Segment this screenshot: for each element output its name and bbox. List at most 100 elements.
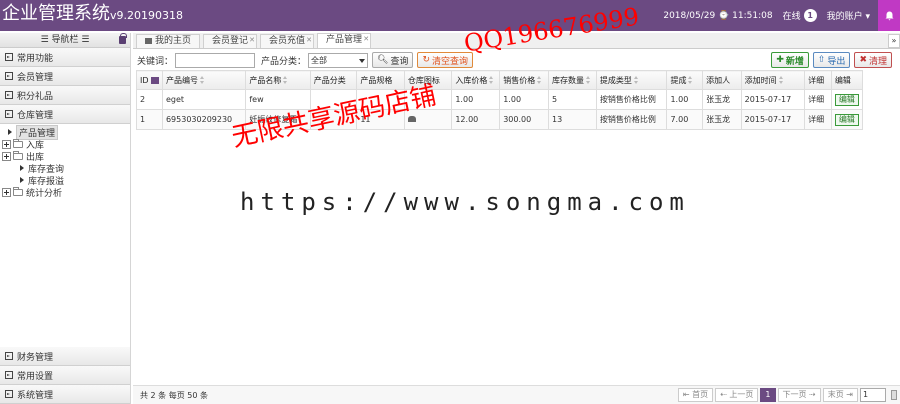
add-button[interactable]: ✚ 新增	[771, 52, 809, 68]
tree-item-stats[interactable]: 统计分析	[2, 186, 130, 199]
sidebar-section-finance[interactable]: 财务管理	[0, 347, 130, 366]
last-page-button[interactable]: 末页 ⇥	[822, 388, 858, 402]
sidebar-section-settings[interactable]: 常用设置	[0, 366, 130, 385]
export-button[interactable]: ⇧ 导出	[812, 52, 851, 68]
cell-code: 6953030209230	[161, 109, 247, 130]
edit-button[interactable]: 编辑	[834, 113, 859, 126]
edit-button[interactable]: 编辑	[834, 93, 859, 106]
first-page-button[interactable]: ⇤ 首页	[677, 388, 714, 402]
tree-item-stock-loss[interactable]: 库存报溢	[2, 174, 130, 187]
app-header: 企业管理系统v9.20190318 2018/05/29 ⌚ 11:51:08 …	[0, 0, 900, 31]
cell-creator: 张玉龙	[702, 89, 742, 110]
column-label: 产品规格	[360, 75, 393, 85]
cell-qty: 5	[548, 89, 597, 110]
cell-category	[309, 89, 358, 110]
column-header-in-price[interactable]: 入库价格	[451, 70, 501, 90]
header-datetime: 2018/05/29 ⌚ 11:51:08	[663, 10, 773, 21]
column-header-creator[interactable]: 添加人	[702, 70, 742, 90]
close-icon: ✖	[859, 55, 867, 65]
prev-page-button[interactable]: ⇠ 上一页	[715, 388, 759, 402]
column-label: 详细	[808, 75, 825, 85]
tab-member-recharge[interactable]: 会员充值 ✕	[260, 34, 315, 48]
purge-button[interactable]: ✖ 清理	[854, 52, 892, 68]
sort-icon	[283, 76, 288, 84]
notification-button[interactable]	[878, 0, 900, 31]
tree-item-stock-query[interactable]: 库存查询	[2, 162, 130, 175]
account-menu[interactable]: 我的账户 ▾	[827, 9, 870, 22]
column-header-qty[interactable]: 库存数量	[548, 70, 597, 90]
expand-icon	[5, 371, 13, 379]
tab-product-management[interactable]: 产品管理 ✕	[317, 33, 372, 48]
app-version: v9.20190318	[110, 9, 183, 22]
product-image-icon[interactable]	[407, 116, 416, 122]
tab-bar: 我的主页 会员登记 ✕ 会员充值 ✕ 产品管理 ✕ »	[133, 33, 900, 49]
column-label: 库存数量	[552, 75, 585, 85]
sidebar-section-label: 会员管理	[17, 72, 54, 83]
cell-in-price: 12.00	[451, 109, 501, 130]
column-header-comm-type[interactable]: 提成类型	[595, 70, 668, 90]
sidebar-section-label: 常用设置	[17, 371, 54, 382]
column-header-date[interactable]: 添加时间	[740, 70, 806, 90]
category-select[interactable]: 全部	[308, 52, 369, 68]
online-indicator[interactable]: 在线 1	[783, 9, 817, 22]
keyword-input[interactable]	[175, 52, 256, 68]
column-label: 编辑	[834, 75, 851, 85]
sidebar-section-warehouse[interactable]: 仓库管理	[0, 105, 130, 124]
expand-icon	[5, 390, 13, 398]
tab-home[interactable]: 我的主页	[136, 34, 201, 48]
search-button[interactable]: 🔍︎ 查询	[372, 52, 414, 68]
prev-page-label: 上一页	[729, 390, 754, 399]
plus-icon[interactable]	[2, 187, 11, 197]
online-count-badge: 1	[803, 9, 817, 22]
tab-scroll-button[interactable]: »	[888, 34, 900, 48]
table-row[interactable]: 2 eget few 1.00 1.00 5 按销售价格比例 1.00 张玉龙 …	[136, 89, 864, 110]
column-header-comm[interactable]: 提成	[666, 70, 704, 90]
cell-icon	[403, 109, 453, 130]
category-select-value: 全部	[311, 55, 328, 65]
purge-button-label: 清理	[868, 56, 887, 67]
column-label: 仓库图标	[407, 75, 440, 85]
column-header-code[interactable]: 产品编号	[161, 70, 247, 90]
sidebar-section-members[interactable]: 会员管理	[0, 67, 130, 86]
cell-creator: 张玉龙	[702, 109, 742, 130]
tree-item-inbound[interactable]: 入库	[2, 138, 130, 151]
cell-date: 2015-07-17	[740, 89, 806, 110]
column-header-spec[interactable]: 产品规格	[356, 70, 405, 90]
column-header-id[interactable]: ID	[136, 70, 163, 90]
sort-icon	[537, 76, 542, 84]
tab-label: 会员登记	[212, 36, 249, 46]
plus-icon[interactable]	[2, 151, 11, 161]
resize-handle[interactable]	[891, 390, 897, 400]
page-number-input[interactable]: 1	[860, 388, 886, 402]
column-header-category[interactable]: 产品分类	[309, 70, 358, 90]
sidebar-section-common[interactable]: 常用功能	[0, 48, 130, 67]
close-icon[interactable]: ✕	[306, 34, 312, 47]
column-label: 提成	[670, 75, 687, 85]
tree-item-outbound[interactable]: 出库	[2, 150, 130, 163]
column-label: ID	[140, 75, 149, 85]
detail-link[interactable]: 详细	[808, 115, 824, 124]
tree-item-product[interactable]: 产品管理	[2, 124, 130, 140]
column-header-icon[interactable]: 仓库图标	[403, 70, 453, 90]
lock-icon[interactable]	[119, 33, 127, 44]
detail-link[interactable]: 详细	[808, 95, 824, 104]
tab-member-register[interactable]: 会员登记 ✕	[203, 34, 258, 48]
plus-icon[interactable]	[2, 139, 11, 149]
sidebar-section-points[interactable]: 积分礼品	[0, 86, 130, 105]
table-row[interactable]: 1 6953030209230 妊娠纹修复霜 11 12.00 300.00 1…	[136, 109, 864, 130]
expand-icon	[5, 72, 13, 80]
next-page-button[interactable]: 下一页 ⇢	[777, 388, 821, 402]
current-page[interactable]: 1	[760, 388, 776, 402]
search-button-label: 查询	[390, 56, 409, 67]
sidebar-section-system[interactable]: 系统管理	[0, 385, 130, 404]
column-label: 入库价格	[455, 75, 488, 85]
add-button-label: 新增	[785, 56, 804, 67]
close-icon[interactable]: ✕	[249, 34, 255, 47]
column-header-name[interactable]: 产品名称	[245, 70, 311, 90]
close-icon[interactable]: ✕	[363, 33, 369, 46]
clear-search-button[interactable]: ↻ 清空查询	[417, 52, 474, 68]
column-label: 销售价格	[503, 75, 536, 85]
column-header-sale-price[interactable]: 销售价格	[499, 70, 550, 90]
watermark-url-text: https://www.songma.com	[240, 188, 690, 216]
pager: 共 2 条 每页 50 条 ⇤ 首页 ⇠ 上一页 1 下一页 ⇢ 末页 ⇥ 1	[133, 385, 900, 404]
